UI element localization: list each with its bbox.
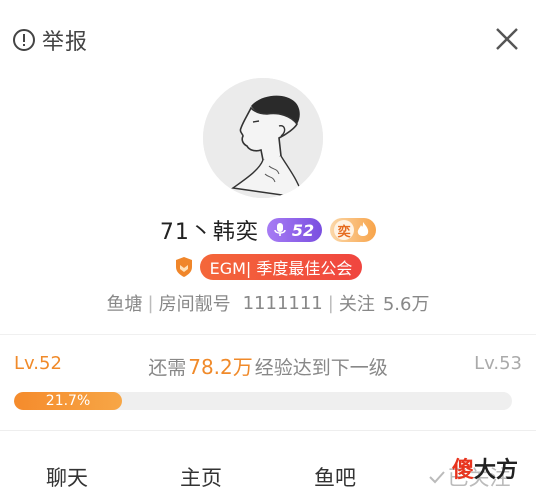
- next-level: Lv.53: [474, 353, 522, 374]
- name-row: 71丶韩奕 52 奕: [0, 214, 536, 246]
- exp-prefix: 还需: [148, 357, 187, 379]
- guild-tag[interactable]: EGM| 季度最佳公会: [199, 254, 363, 280]
- shield-icon: [175, 257, 192, 277]
- check-icon: [428, 471, 445, 484]
- separator: |: [147, 292, 154, 314]
- divider: [0, 430, 536, 431]
- anchor-level-badge: 52: [266, 218, 323, 242]
- room-label: 房间靓号: [158, 294, 231, 315]
- avatar-illustration: [203, 78, 323, 198]
- report-label: 举报: [42, 30, 89, 55]
- exp-suffix: 经验达到下一级: [254, 357, 388, 379]
- separator: |: [327, 292, 334, 314]
- watermark-part1: 傻: [451, 458, 474, 483]
- level-progress-fill: 21.7%: [14, 392, 123, 410]
- report-button[interactable]: 举报: [12, 24, 88, 56]
- exp-needed-value: 78.2万: [188, 355, 253, 379]
- follow-label: 关注: [338, 294, 375, 315]
- close-icon[interactable]: [494, 26, 520, 52]
- microphone-icon: [274, 223, 286, 236]
- watermark: 傻 大方: [452, 452, 518, 484]
- progress-percent: 21.7%: [45, 393, 91, 409]
- level-progress-bar: 21.7%: [14, 392, 512, 410]
- room-number: 1111111: [242, 292, 323, 314]
- anchor-level-number: 52: [291, 220, 315, 240]
- fishpond-label[interactable]: 鱼塘: [107, 290, 143, 316]
- avatar[interactable]: [203, 78, 323, 198]
- fishbar-button[interactable]: 鱼吧: [268, 460, 402, 494]
- homepage-button[interactable]: 主页: [134, 460, 268, 494]
- fan-badge-char: 奕: [334, 220, 355, 240]
- username: 71丶韩奕: [159, 220, 259, 245]
- exp-needed-text: 还需 78.2万 经验达到下一级: [0, 351, 536, 380]
- fan-badge: 奕: [330, 218, 377, 242]
- follow-count: 5.6万: [382, 294, 430, 315]
- divider: [0, 334, 536, 335]
- exclamation-circle-icon: [13, 29, 35, 51]
- info-row: 鱼塘 | 房间靓号 1111111 | 关注 5.6万: [0, 290, 536, 316]
- chat-button[interactable]: 聊天: [0, 460, 134, 494]
- flame-icon: [357, 222, 369, 236]
- watermark-part2: 大方: [473, 458, 518, 483]
- guild-row: EGM| 季度最佳公会: [0, 254, 536, 280]
